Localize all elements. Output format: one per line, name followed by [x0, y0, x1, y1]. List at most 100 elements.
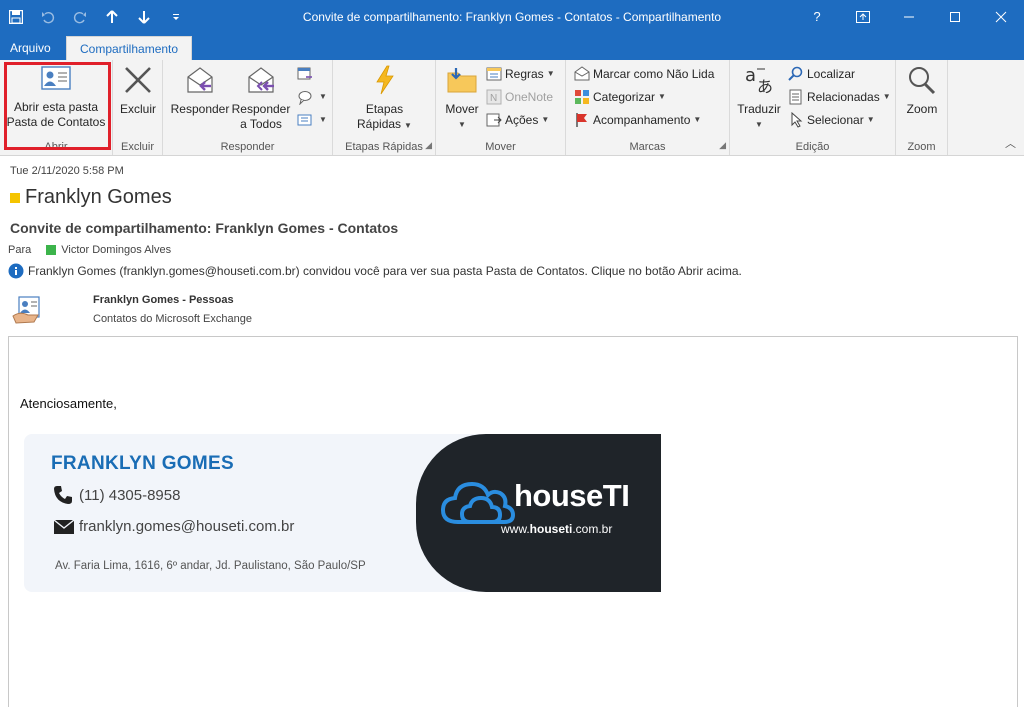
quick-steps-button[interactable]: Etapas Rápidas ▼	[343, 63, 426, 133]
minimize-icon[interactable]	[886, 0, 932, 33]
attachment-title[interactable]: Franklyn Gomes - Pessoas	[93, 294, 234, 306]
help-button[interactable]: ?	[794, 0, 840, 33]
recipient-name[interactable]: Victor Domingos Alves	[61, 244, 171, 256]
message-subject: Convite de compartilhamento: Franklyn Go…	[10, 220, 399, 236]
collapse-ribbon-icon[interactable]: ︿	[1005, 135, 1016, 151]
quick-steps-label-2-wrap: Rápidas ▼	[357, 117, 412, 131]
reply-all-icon	[231, 65, 291, 99]
signature-address: Av. Faria Lima, 1616, 6º andar, Jd. Paul…	[55, 560, 366, 572]
reply-button[interactable]: Responder	[169, 63, 231, 117]
sender: Franklyn Gomes	[10, 186, 172, 209]
mark-unread-label: Marcar como Não Lida	[593, 67, 715, 81]
move-button[interactable]: Mover ▼	[440, 63, 484, 132]
reply-all-label-1: Responder	[231, 102, 291, 116]
svg-text:N: N	[490, 93, 497, 104]
attachment-subtitle: Contatos do Microsoft Exchange	[93, 313, 252, 325]
categorize-label: Categorizar	[593, 90, 656, 104]
actions-label: Ações	[505, 113, 539, 127]
meeting-reply-button[interactable]	[297, 63, 316, 85]
onenote-icon: N	[486, 89, 502, 105]
group-zoom: Zoom Zoom	[896, 60, 948, 155]
message-header: Tue 2/11/2020 5:58 PM Franklyn Gomes Con…	[0, 157, 1024, 335]
translate-button[interactable]: aあ Traduzir ▼	[734, 63, 784, 132]
mail-icon	[53, 518, 79, 535]
tab-compartilhamento[interactable]: Compartilhamento	[66, 36, 193, 60]
actions-button[interactable]: Ações ▼	[486, 109, 549, 131]
svg-text:あ: あ	[757, 77, 773, 95]
arrow-up-icon[interactable]	[96, 0, 128, 33]
quick-steps-label-1: Etapas	[365, 102, 404, 116]
dialog-launcher-icon[interactable]: ◢	[425, 140, 432, 151]
brand-url[interactable]: www.houseti.com.br	[501, 522, 612, 536]
message-date: Tue 2/11/2020 5:58 PM	[10, 165, 124, 177]
undo-icon[interactable]	[32, 0, 64, 33]
lightning-icon	[343, 65, 426, 99]
group-responder: Responder Responder a Todos ▼ ▼ Responde…	[163, 60, 333, 155]
group-label-etapas: Etapas Rápidas	[345, 141, 423, 153]
related-button[interactable]: Relacionadas ▼	[788, 86, 891, 108]
maximize-icon[interactable]	[932, 0, 978, 33]
group-label-marcas: Marcas	[629, 141, 666, 153]
close-icon[interactable]	[978, 0, 1024, 33]
tab-arquivo[interactable]: Arquivo	[0, 36, 61, 60]
phone-icon	[53, 485, 79, 505]
reply-all-button[interactable]: Responder a Todos	[231, 63, 291, 132]
dialog-launcher-icon[interactable]: ◢	[719, 140, 726, 151]
arrow-down-icon[interactable]	[128, 0, 160, 33]
followup-button[interactable]: Acompanhamento ▼	[574, 109, 701, 131]
group-marcas: Marcar como Não Lida Categorizar ▼ Acompa…	[566, 60, 730, 155]
redo-icon[interactable]	[64, 0, 96, 33]
sender-name[interactable]: Franklyn Gomes	[25, 186, 172, 209]
svg-text:a: a	[745, 65, 756, 86]
delete-label: Excluir	[119, 102, 156, 116]
reply-all-label-2: a Todos	[240, 117, 282, 131]
meeting-icon	[297, 66, 313, 82]
info-text: Franklyn Gomes (franklyn.gomes@houseti.c…	[28, 264, 742, 278]
ribbon-tabs: Arquivo Compartilhamento	[0, 33, 1024, 60]
move-folder-icon	[440, 65, 484, 99]
contacts-attachment-icon[interactable]	[12, 295, 42, 328]
more-respond-button[interactable]: ▼	[297, 109, 327, 131]
info-icon	[8, 263, 24, 279]
title-bar: Convite de compartilhamento: Franklyn Go…	[0, 0, 1024, 33]
presence-icon	[10, 192, 20, 203]
mark-unread-button[interactable]: Marcar como Não Lida	[574, 63, 714, 85]
zoom-button[interactable]: Zoom	[898, 63, 946, 117]
find-button[interactable]: Localizar	[788, 63, 855, 85]
cursor-icon	[788, 112, 804, 128]
find-label: Localizar	[807, 67, 856, 81]
actions-icon	[486, 112, 502, 128]
closing-text: Atenciosamente,	[20, 396, 117, 411]
group-label-edicao: Edição	[795, 141, 830, 153]
signature-phone-row: (11) 4305-8958	[53, 485, 180, 505]
onenote-button[interactable]: N OneNote	[486, 86, 553, 108]
signature-email[interactable]: franklyn.gomes@houseti.com.br	[79, 518, 294, 535]
save-icon[interactable]	[0, 0, 32, 33]
group-mover: Mover ▼ Regras ▼ N OneNote Ações ▼ Mover	[436, 60, 566, 155]
info-bar: Franklyn Gomes (franklyn.gomes@houseti.c…	[8, 263, 742, 279]
brand-logo: houseTI	[514, 478, 630, 513]
group-edicao: aあ Traduzir ▼ Localizar Relacionadas ▼ Se…	[730, 60, 896, 155]
select-label: Selecionar	[807, 113, 864, 127]
more-respond-icon	[297, 112, 313, 128]
categorize-button[interactable]: Categorizar ▼	[574, 86, 666, 108]
highlight-box	[4, 62, 111, 150]
url-suffix: .com.br	[572, 522, 613, 536]
translate-icon: aあ	[734, 65, 784, 99]
select-button[interactable]: Selecionar ▼	[788, 109, 875, 131]
signature-name: FRANKLYN GOMES	[51, 453, 234, 474]
email-signature: FRANKLYN GOMES (11) 4305-8958 franklyn.g…	[24, 434, 661, 592]
delete-button[interactable]: Excluir	[115, 63, 161, 117]
quick-access-toolbar	[0, 0, 192, 33]
customize-qat-icon[interactable]	[160, 0, 192, 33]
url-prefix: www.	[501, 522, 530, 536]
message-body: Atenciosamente, FRANKLYN GOMES (11) 4305…	[8, 336, 1018, 707]
rules-button[interactable]: Regras ▼	[486, 63, 555, 85]
related-label: Relacionadas	[807, 90, 880, 104]
brand-panel: houseTI www.houseti.com.br	[416, 434, 661, 592]
reply-label: Responder	[170, 102, 230, 116]
categorize-icon	[574, 89, 590, 105]
im-reply-button[interactable]: ▼	[297, 86, 327, 108]
ribbon-display-icon[interactable]	[840, 0, 886, 33]
group-label-mover: Mover	[485, 141, 516, 153]
